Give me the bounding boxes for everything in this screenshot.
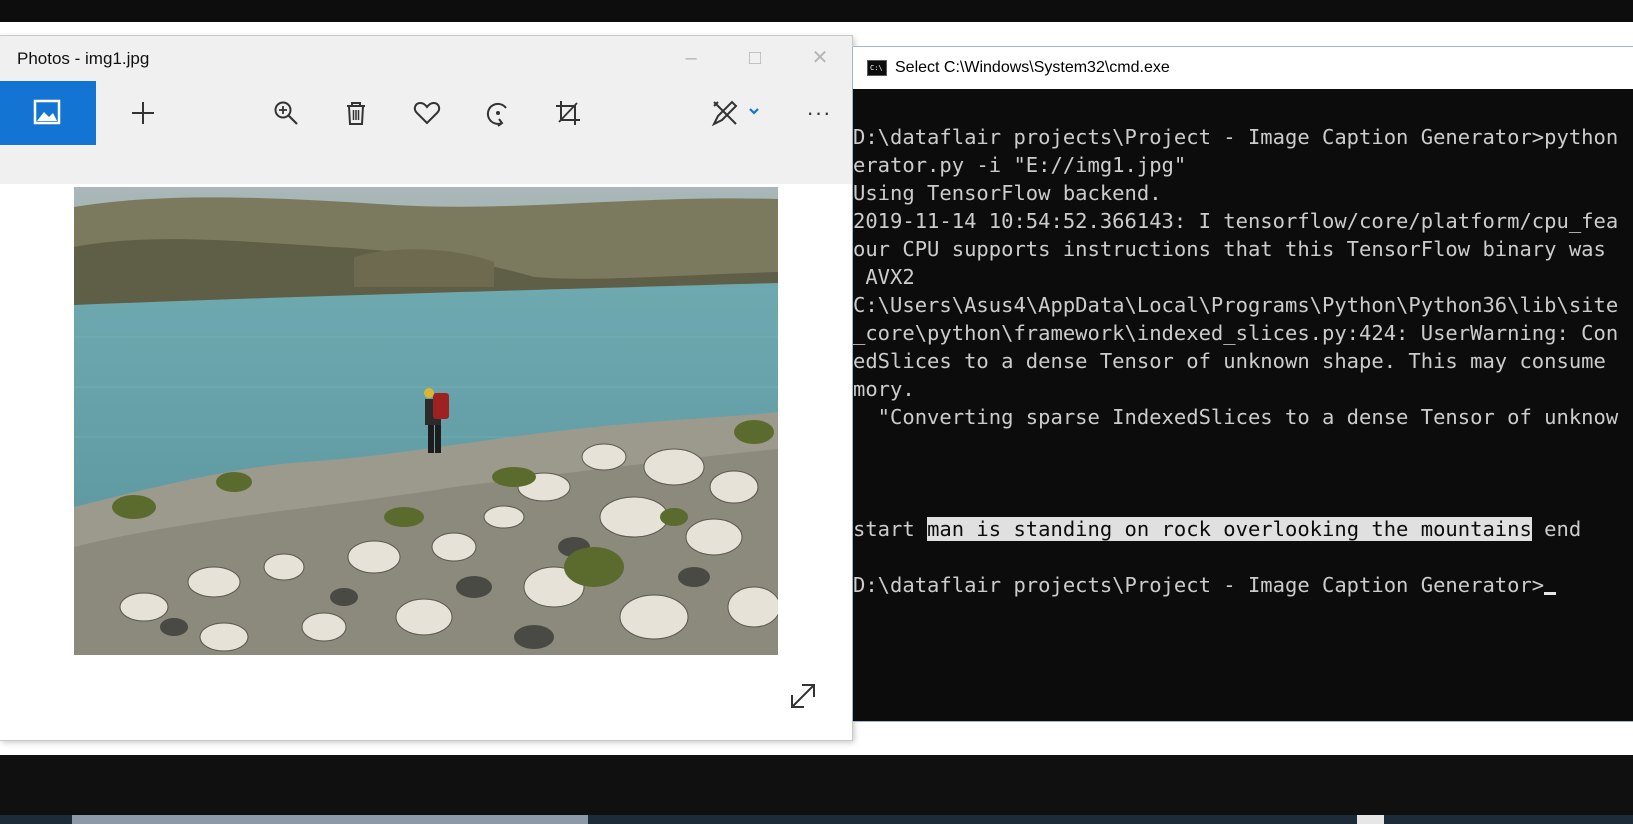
trash-icon — [347, 102, 365, 125]
taskbar-item[interactable] — [1357, 815, 1384, 824]
taskbar-thumbnail[interactable] — [72, 815, 588, 824]
console-line: _core\python\framework\indexed_slices.py… — [853, 321, 1619, 345]
crop-button[interactable] — [551, 96, 585, 130]
cmd-titlebar[interactable]: C:\ Select C:\Windows\System32\cmd.exe — [853, 47, 1633, 89]
close-button[interactable]: ✕ — [805, 44, 835, 72]
favorite-button[interactable] — [410, 96, 444, 130]
cmd-app-icon: C:\ — [867, 60, 887, 76]
console-line: AVX2 — [853, 265, 915, 289]
command-prompt: D:\dataflair projects\Project - Image Ca… — [853, 573, 1545, 597]
console-line: C:\Users\Asus4\AppData\Local\Programs\Py… — [853, 293, 1619, 317]
desktop-bottom-band — [0, 755, 1633, 824]
rotate-button[interactable] — [481, 96, 515, 130]
cmd-window-title: Select C:\Windows\System32\cmd.exe — [895, 59, 1170, 76]
photos-window: Photos - img1.jpg – □ ✕ ··· — [0, 36, 852, 740]
rotate-icon — [486, 102, 507, 127]
caption-selection[interactable]: man is standing on rock overlooking the … — [927, 517, 1532, 541]
console-line: D:\dataflair projects\Project - Image Ca… — [853, 125, 1619, 149]
caption-end-token: end — [1544, 517, 1582, 541]
desktop-top-band — [0, 0, 1633, 22]
maximize-button[interactable]: □ — [740, 44, 770, 72]
minimize-button[interactable]: – — [676, 44, 706, 72]
cmd-window: C:\ Select C:\Windows\System32\cmd.exe D… — [853, 47, 1633, 721]
more-icon: ··· — [806, 100, 832, 125]
text-cursor — [1544, 592, 1557, 595]
delete-button[interactable] — [339, 96, 373, 130]
edit-create-icon — [711, 100, 759, 127]
cmd-console[interactable]: D:\dataflair projects\Project - Image Ca… — [853, 89, 1633, 721]
photos-window-title: Photos - img1.jpg — [17, 49, 150, 68]
plus-icon — [132, 102, 154, 124]
zoom-button[interactable] — [269, 96, 303, 130]
console-line: edSlices to a dense Tensor of unknown sh… — [853, 349, 1606, 373]
expand-icon — [791, 684, 815, 708]
more-button[interactable]: ··· — [802, 96, 836, 130]
console-line: mory. — [853, 377, 915, 401]
photos-titlebar[interactable]: Photos - img1.jpg – □ ✕ — [0, 36, 852, 81]
edit-create-button[interactable] — [710, 96, 766, 130]
heart-icon — [413, 101, 441, 125]
console-line: our CPU supports instructions that this … — [853, 237, 1606, 261]
console-line: Using TensorFlow backend. — [853, 181, 1162, 205]
caption-output-line: start man is standing on rock overlookin… — [853, 515, 1581, 543]
console-line: 2019-11-14 10:54:52.366143: I tensorflow… — [853, 209, 1619, 233]
full-screen-button[interactable] — [786, 679, 820, 713]
prompt-line: D:\dataflair projects\Project - Image Ca… — [853, 571, 1557, 599]
photo-image — [74, 187, 778, 655]
caption-start-token: start — [853, 517, 915, 541]
zoom-in-icon — [274, 101, 298, 125]
crop-icon — [556, 101, 580, 125]
console-line: "Converting sparse IndexedSlices to a de… — [853, 405, 1619, 429]
add-button[interactable] — [126, 96, 160, 130]
image-view-icon — [33, 99, 61, 125]
view-photo-button[interactable] — [0, 81, 96, 145]
console-line: erator.py -i "E://img1.jpg" — [853, 153, 1187, 177]
